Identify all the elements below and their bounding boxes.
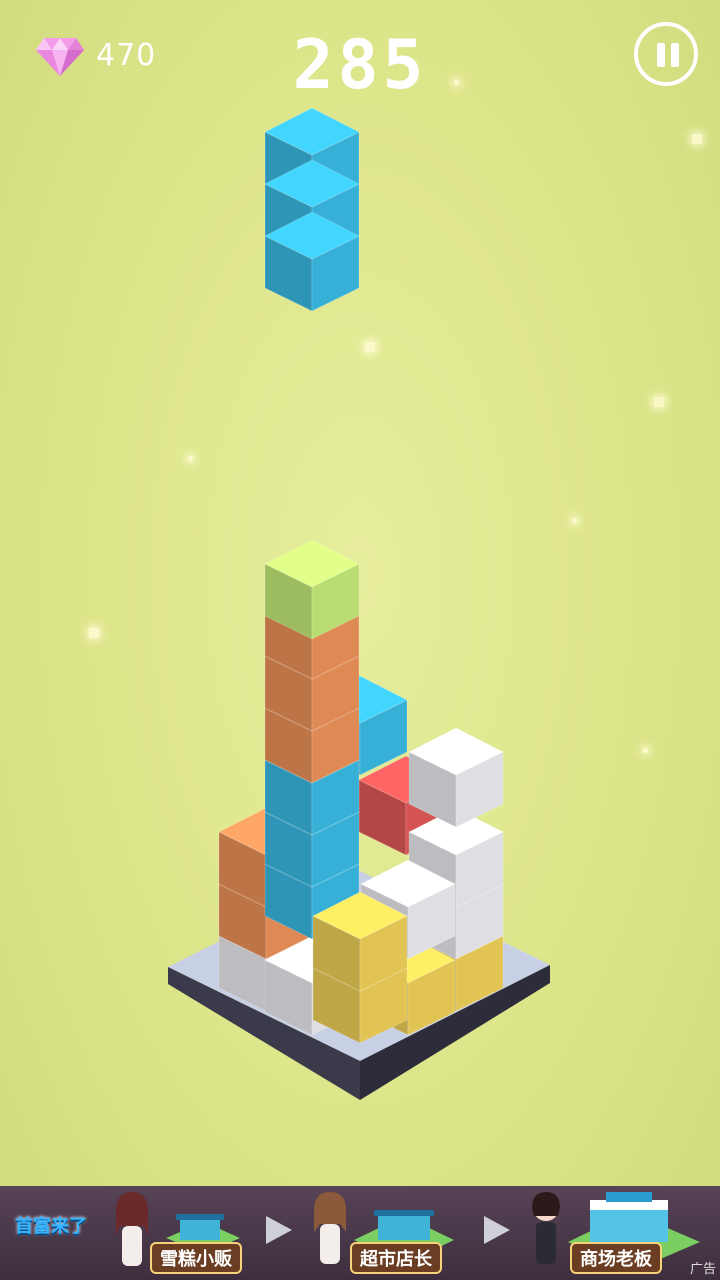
hud: 470 285 xyxy=(0,0,720,120)
arrow-right-icon xyxy=(484,1216,510,1244)
tower-scene xyxy=(168,107,550,1100)
pause-button[interactable] xyxy=(634,22,698,86)
ad-label-3: 商场老板 xyxy=(570,1242,662,1274)
pause-icon xyxy=(657,43,665,67)
ad-logo-text: 首富来了 xyxy=(15,1216,87,1237)
pause-icon-bar xyxy=(671,43,679,67)
arrow-right-icon xyxy=(266,1216,292,1244)
ad-label-2: 超市店长 xyxy=(350,1242,442,1274)
score: 285 xyxy=(292,26,428,105)
ad-stage-2[interactable]: 超市店长 xyxy=(300,1186,500,1280)
game-board[interactable] xyxy=(0,0,720,1185)
ad-logo[interactable]: 首富来了 xyxy=(8,1204,94,1244)
ad-tag: 广告 xyxy=(689,1262,716,1277)
ad-label-1: 雪糕小贩 xyxy=(150,1242,242,1274)
ad-banner[interactable]: 首富来了 雪糕小贩 超市店长 商场老板 广告 xyxy=(0,1186,720,1280)
